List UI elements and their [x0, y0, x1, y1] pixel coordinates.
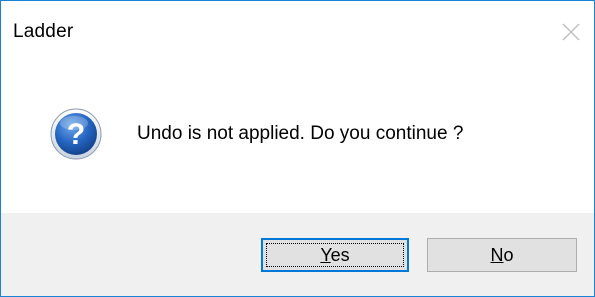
- no-button-label: No: [490, 244, 514, 265]
- yes-button-label: Yes: [320, 244, 350, 265]
- close-button[interactable]: [554, 15, 588, 49]
- title-bar[interactable]: Ladder: [1, 1, 594, 63]
- dialog-title: Ladder: [13, 21, 74, 42]
- svg-text:?: ?: [67, 118, 85, 151]
- dialog-message: Undo is not applied. Do you continue ?: [137, 123, 464, 144]
- button-bar: Yes No: [1, 213, 594, 296]
- yes-button[interactable]: Yes: [261, 238, 409, 272]
- dialog-body: ? Undo is not applied. Do you continue ?: [1, 63, 594, 213]
- question-icon: ?: [50, 108, 102, 160]
- message-dialog: Ladder ? Undo is not applied. Do you con…: [0, 0, 595, 297]
- no-button[interactable]: No: [427, 238, 577, 272]
- close-icon: [562, 23, 580, 41]
